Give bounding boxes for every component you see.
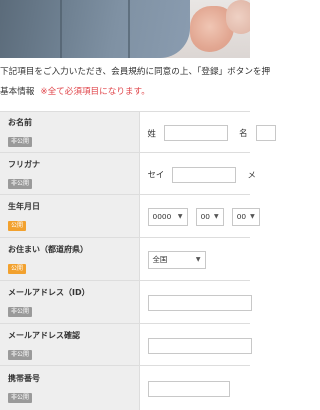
field-label: お住まい（都道府県） bbox=[8, 245, 88, 254]
field-label: メールアドレス（ID） bbox=[8, 288, 90, 297]
last-name-input[interactable] bbox=[163, 125, 228, 141]
field-label-cell: メールアドレス（ID） 非公開 bbox=[0, 280, 140, 324]
field-input-cell bbox=[139, 323, 252, 366]
intro-text: 下記項目をご入力いただき、会員規約に同意の上、「登録」ボタンを押 bbox=[0, 67, 271, 77]
field-label-cell: 生年月日 公開 bbox=[0, 194, 140, 238]
birth-day-value: 00 bbox=[236, 211, 247, 221]
section-title: 基本情報 bbox=[0, 87, 35, 97]
form-row-email: メールアドレス（ID） 非公開 bbox=[0, 280, 252, 324]
chevron-down-icon: ▼ bbox=[213, 212, 219, 220]
hero-seam bbox=[128, 0, 130, 58]
email-confirm-input[interactable] bbox=[147, 337, 252, 354]
required-note: ※全て必須項目になります。 bbox=[40, 87, 150, 97]
form-row-phone: 携帯番号 非公開 bbox=[0, 365, 250, 410]
private-badge: 非公開 bbox=[8, 178, 33, 189]
hero-hand bbox=[226, 0, 250, 34]
birth-month-value: 00 bbox=[200, 211, 210, 221]
field-input-cell: セイ メ bbox=[139, 152, 256, 195]
prefecture-value: 全国 bbox=[152, 254, 168, 264]
field-input-cell: 0000 ▼ 00 ▼ 00 ▼ bbox=[139, 194, 260, 238]
field-label-cell: 携帯番号 非公開 bbox=[0, 365, 140, 410]
last-name-kana-input[interactable] bbox=[172, 166, 237, 183]
field-label-cell: メールアドレス確認 非公開 bbox=[0, 323, 140, 366]
public-badge: 公開 bbox=[8, 221, 27, 231]
hero-seam bbox=[60, 0, 62, 58]
field-label: お名前 bbox=[8, 118, 32, 127]
prefecture-select[interactable]: 全国 ▼ bbox=[147, 250, 206, 269]
form-row-name: お名前 非公開 姓 名 bbox=[0, 111, 276, 153]
field-label: 生年月日 bbox=[8, 202, 40, 211]
hero-jeans bbox=[0, 0, 190, 58]
field-label: フリガナ bbox=[8, 159, 40, 169]
section-header: 基本情報 ※全て必須項目になります。 bbox=[0, 86, 250, 98]
mei-label: 名 bbox=[239, 128, 248, 138]
field-input-cell bbox=[139, 365, 250, 410]
public-badge: 公開 bbox=[8, 264, 27, 274]
chevron-down-icon: ▼ bbox=[195, 255, 201, 263]
field-label-cell: フリガナ 非公開 bbox=[0, 152, 140, 195]
mei-kana-label: メ bbox=[247, 169, 256, 180]
birth-day-select[interactable]: 00 ▼ bbox=[231, 207, 260, 226]
private-badge: 非公開 bbox=[8, 392, 33, 403]
first-name-input[interactable] bbox=[255, 125, 276, 141]
sei-kana-label: セイ bbox=[147, 169, 165, 180]
chevron-down-icon: ▼ bbox=[177, 212, 183, 220]
form-row-birthdate: 生年月日 公開 0000 ▼ 00 ▼ 00 ▼ bbox=[0, 194, 260, 238]
field-label-cell: お住まい（都道府県） 公開 bbox=[0, 237, 140, 281]
private-badge: 非公開 bbox=[8, 349, 33, 360]
birth-year-select[interactable]: 0000 ▼ bbox=[147, 207, 188, 226]
phone-input[interactable] bbox=[147, 380, 230, 397]
hero-image bbox=[0, 0, 250, 58]
registration-form: お名前 非公開 姓 名 フリガナ 非公開 セイ メ 生年月日 公開 0000 ▼ … bbox=[0, 111, 276, 410]
private-badge: 非公開 bbox=[8, 137, 33, 147]
form-row-kana: フリガナ 非公開 セイ メ bbox=[0, 152, 256, 195]
sei-label: 姓 bbox=[147, 128, 156, 138]
form-row-prefecture: お住まい（都道府県） 公開 全国 ▼ bbox=[0, 237, 250, 281]
field-input-cell: 姓 名 bbox=[139, 111, 276, 153]
field-label-cell: お名前 非公開 bbox=[0, 111, 140, 153]
chevron-down-icon: ▼ bbox=[250, 212, 255, 220]
private-badge: 非公開 bbox=[8, 307, 33, 317]
field-label: メールアドレス確認 bbox=[8, 330, 80, 340]
form-row-email-confirm: メールアドレス確認 非公開 bbox=[0, 323, 252, 366]
field-label: 携帯番号 bbox=[8, 373, 40, 383]
field-input-cell: 全国 ▼ bbox=[139, 237, 250, 281]
birth-month-select[interactable]: 00 ▼ bbox=[195, 207, 224, 226]
birth-year-value: 0000 bbox=[152, 211, 172, 221]
email-input[interactable] bbox=[147, 295, 252, 311]
field-input-cell bbox=[139, 280, 252, 324]
